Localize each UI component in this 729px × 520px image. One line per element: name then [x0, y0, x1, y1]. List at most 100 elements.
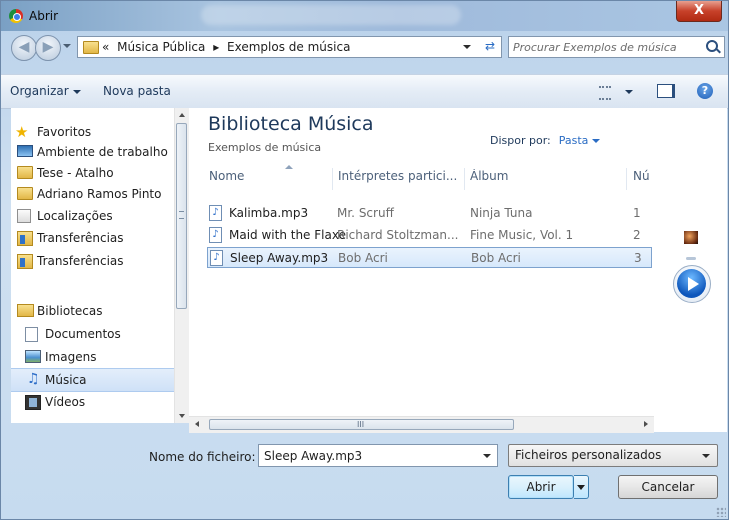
desktop-icon — [17, 145, 33, 157]
forward-button[interactable]: ▶ — [35, 35, 61, 61]
search-input[interactable] — [513, 39, 693, 55]
file-artist: Richard Stoltzman... — [337, 228, 459, 242]
nav-item-downloads[interactable]: Transferências — [11, 227, 174, 249]
column-header-name[interactable]: Nome — [209, 169, 327, 195]
downloads-icon — [17, 231, 33, 246]
preview-pane-icon[interactable] — [657, 84, 675, 98]
window-title: Abrir — [29, 9, 59, 23]
nav-item-videos[interactable]: Vídeos — [11, 391, 174, 413]
column-header-album[interactable]: Álbum — [470, 169, 590, 195]
grip-icon — [179, 211, 184, 219]
nav-favorites-label: Favoritos — [37, 125, 92, 139]
scrollbar-thumb[interactable] — [176, 123, 187, 309]
column-header-artists[interactable]: Intérpretes partici... — [338, 169, 460, 195]
close-button[interactable]: X — [676, 1, 722, 22]
library-title: Biblioteca Música — [208, 113, 374, 135]
pictures-icon — [25, 350, 41, 363]
scroll-down-icon[interactable] — [179, 414, 185, 418]
arrange-by-label: Dispor por: — [490, 134, 551, 147]
favorites-star-icon: ★ — [15, 123, 29, 141]
chevron-down-icon[interactable] — [592, 139, 601, 143]
nav-item-label: Vídeos — [45, 395, 86, 409]
audio-file-icon: ♪ — [209, 227, 222, 243]
column-divider[interactable] — [626, 168, 627, 190]
videos-icon — [25, 395, 41, 410]
arrange-by-value[interactable]: Pasta — [559, 134, 589, 147]
open-options-dropdown-icon[interactable] — [574, 475, 589, 499]
file-row-sleep-away[interactable]: ♪ Sleep Away.mp3 Bob Acri Bob Acri 3 — [207, 247, 652, 268]
breadcrumb-item-exemplos[interactable]: Exemplos de música — [227, 40, 350, 54]
file-number: 2 — [633, 228, 641, 242]
nav-item-label: Imagens — [45, 350, 97, 364]
address-dropdown-icon[interactable] — [463, 45, 471, 49]
nav-libraries-header[interactable]: Bibliotecas — [11, 300, 174, 322]
breadcrumb-item-musica-publica[interactable]: Música Pública — [117, 40, 205, 54]
file-row-kalimba[interactable]: ♪ Kalimba.mp3 Mr. Scruff Ninja Tuna 1 — [207, 203, 652, 224]
filename-input[interactable] — [264, 448, 464, 463]
nav-item-label: Transferências — [37, 231, 124, 245]
view-options-dropdown-icon[interactable] — [625, 90, 633, 94]
nav-item-recent-places[interactable]: Localizações — [11, 205, 174, 227]
nav-item-adriano[interactable]: Adriano Ramos Pinto — [11, 183, 174, 205]
nav-item-label: Localizações — [37, 209, 113, 223]
organize-label: Organizar — [10, 84, 69, 98]
open-dialog-window: Abrir X ◀ ▶ « Música Pública ▸ Exemplos … — [0, 0, 729, 520]
scroll-up-icon[interactable] — [179, 113, 185, 117]
open-button[interactable]: Abrir — [508, 475, 574, 499]
nav-item-music[interactable]: ♫ Música — [11, 368, 174, 392]
nav-favorites-header[interactable]: ★ Favoritos — [11, 121, 174, 143]
search-icon[interactable] — [706, 40, 718, 52]
nav-item-label: Transferências — [37, 254, 124, 268]
scroll-left-icon[interactable] — [195, 421, 199, 427]
chevron-down-icon[interactable] — [483, 454, 491, 458]
file-artist: Bob Acri — [338, 251, 388, 265]
chevron-down-icon — [72, 89, 81, 94]
new-folder-button[interactable]: Nova pasta — [103, 84, 171, 98]
scroll-right-icon[interactable] — [644, 421, 648, 427]
nav-item-label: Tese - Atalho — [37, 166, 114, 180]
resize-grip-icon[interactable] — [716, 507, 726, 517]
nav-item-downloads-2[interactable]: Transferências — [11, 250, 174, 272]
filename-combobox[interactable] — [258, 444, 498, 467]
cancel-button[interactable]: Cancelar — [618, 475, 718, 499]
column-divider[interactable] — [464, 168, 465, 190]
file-name: Sleep Away.mp3 — [230, 251, 329, 265]
nav-item-pictures[interactable]: Imagens — [11, 346, 174, 368]
album-art-thumbnail — [684, 231, 698, 244]
column-header-number[interactable]: Nú — [633, 169, 653, 195]
audio-file-icon: ♪ — [210, 250, 223, 266]
change-view-icon[interactable] — [599, 86, 611, 100]
progress-indicator — [686, 257, 696, 260]
music-icon: ♫ — [27, 371, 40, 387]
recent-pages-dropdown-icon[interactable] — [63, 44, 71, 48]
play-icon[interactable] — [677, 269, 706, 298]
preview-pane — [654, 108, 727, 432]
file-list-hscrollbar[interactable]: III — [189, 416, 654, 433]
folder-icon — [17, 166, 33, 179]
nav-pane-scrollbar[interactable] — [174, 108, 189, 423]
scrollbar-thumb[interactable]: III — [209, 419, 514, 430]
help-icon[interactable]: ? — [697, 83, 713, 99]
file-row-maid[interactable]: ♪ Maid with the Flaxe... Richard Stoltzm… — [207, 225, 652, 246]
organize-menu[interactable]: Organizar — [10, 84, 81, 98]
file-number: 3 — [634, 251, 642, 265]
back-arrow-icon: ◀ — [18, 39, 30, 55]
chevron-down-icon — [702, 454, 710, 458]
nav-item-label: Documentos — [45, 327, 121, 341]
breadcrumb-separator-icon[interactable]: ▸ — [213, 40, 219, 54]
title-bar-glow — [201, 5, 461, 25]
file-type-filter[interactable]: Ficheiros personalizados — [508, 444, 718, 467]
title-bar[interactable]: Abrir X — [1, 1, 728, 31]
file-name: Kalimba.mp3 — [229, 206, 309, 220]
column-divider[interactable] — [332, 168, 333, 190]
back-button[interactable]: ◀ — [11, 35, 37, 61]
nav-item-desktop[interactable]: Ambiente de trabalho — [11, 141, 174, 163]
library-subtitle: Exemplos de música — [208, 141, 322, 154]
nav-item-tese[interactable]: Tese - Atalho — [11, 162, 174, 184]
nav-item-documents[interactable]: Documentos — [11, 323, 174, 345]
file-album: Ninja Tuna — [470, 206, 533, 220]
address-bar[interactable]: « Música Pública ▸ Exemplos de música ⇄ — [77, 36, 502, 58]
breadcrumb-overflow[interactable]: « — [102, 40, 109, 54]
search-box[interactable] — [508, 36, 725, 58]
refresh-icon[interactable]: ⇄ — [485, 39, 495, 53]
